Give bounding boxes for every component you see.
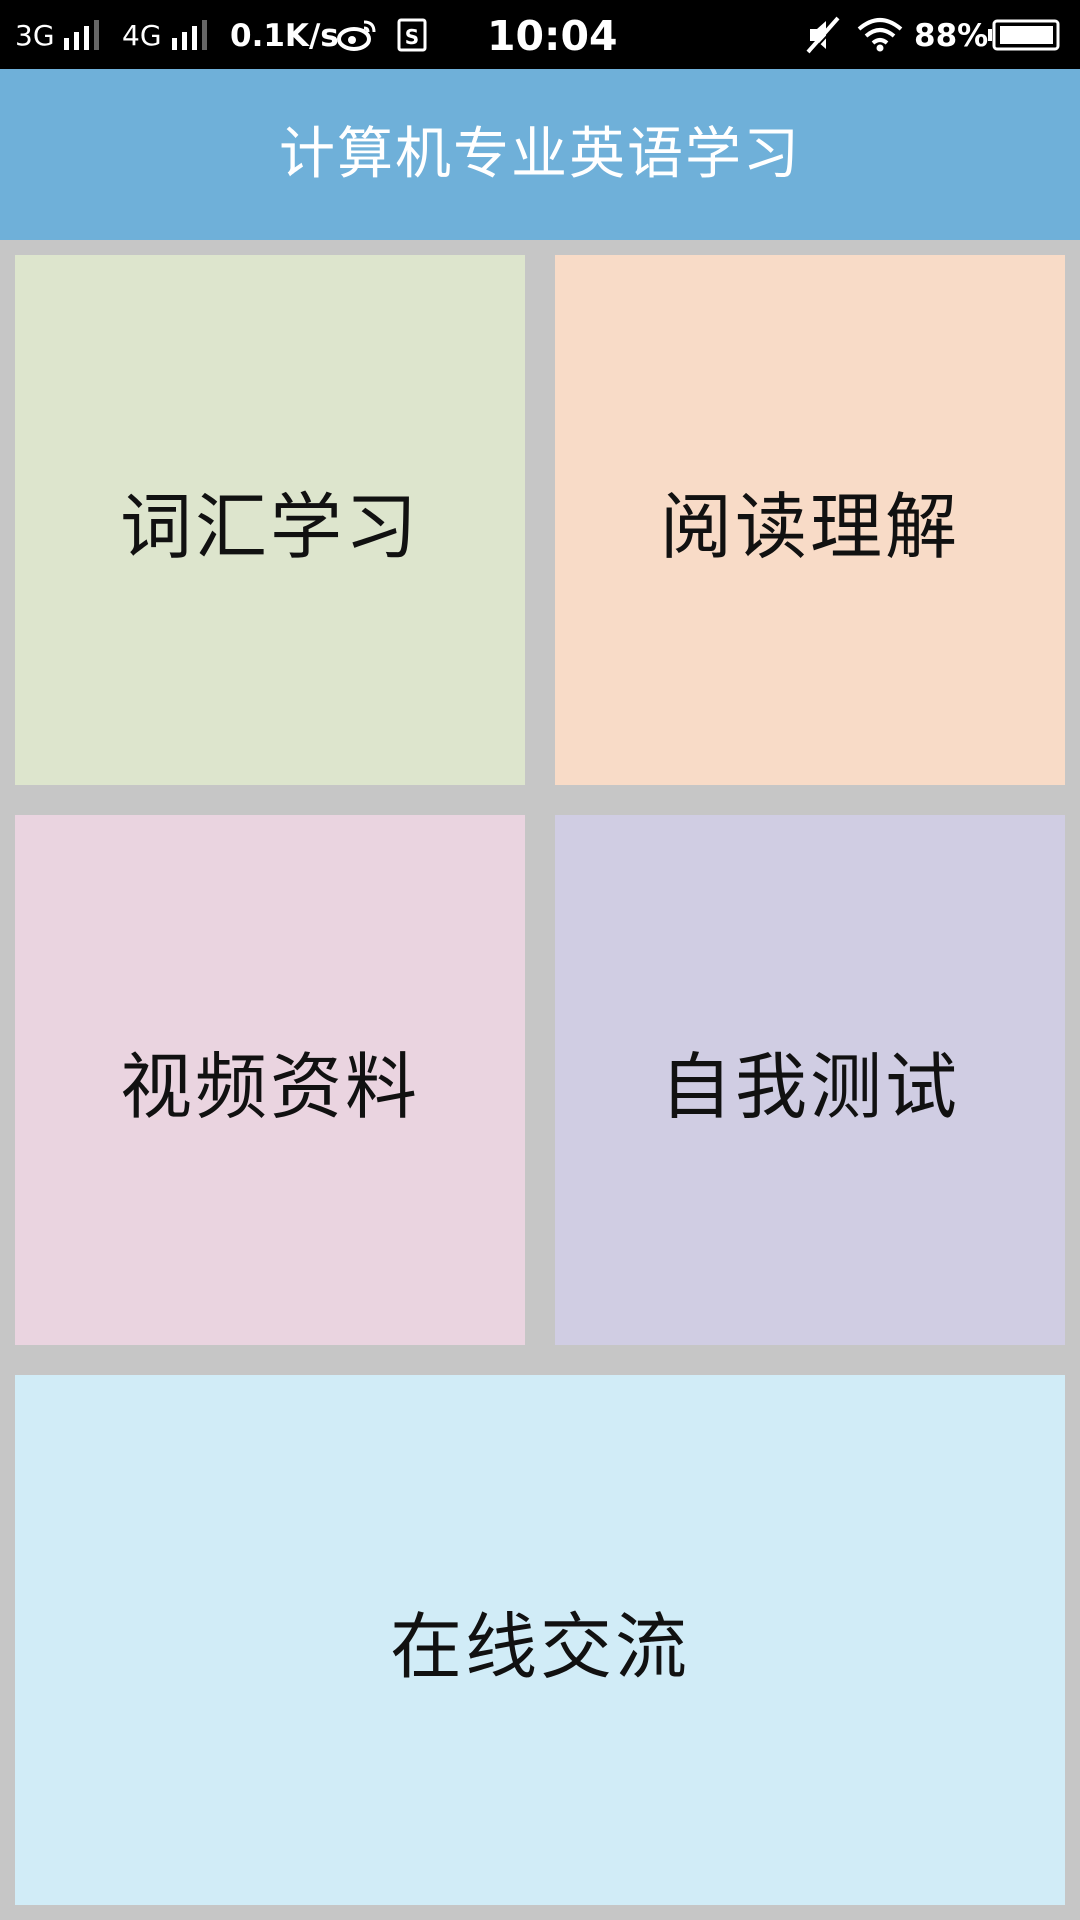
wifi-icon	[857, 18, 903, 52]
page-title: 计算机专业英语学习	[279, 122, 801, 187]
app-header: 计算机专业英语学习	[0, 69, 1080, 240]
tile-vocabulary[interactable]: 词汇学习	[15, 255, 525, 785]
tile-reading[interactable]: 阅读理解	[555, 255, 1065, 785]
battery-icon	[988, 19, 1060, 51]
weibo-icon	[337, 20, 376, 51]
signal-icon	[172, 20, 207, 50]
tile-label: 自我测试	[659, 1044, 960, 1129]
status-bar: 3G 4G 0.1K/s S 10:04 88%	[0, 0, 1080, 69]
tile-label: 视频资料	[119, 1044, 420, 1129]
network-type-3g: 3G	[15, 19, 55, 52]
tile-self-test[interactable]: 自我测试	[555, 815, 1065, 1345]
mute-icon	[806, 16, 841, 54]
tile-online-chat[interactable]: 在线交流	[15, 1375, 1065, 1905]
battery-percent: 88%	[914, 18, 989, 54]
tile-video[interactable]: 视频资料	[15, 815, 525, 1345]
svg-text:S: S	[405, 25, 419, 49]
tile-label: 在线交流	[389, 1604, 690, 1689]
sim-s-icon: S	[397, 18, 427, 52]
network-type-4g: 4G	[122, 19, 162, 52]
clock-time: 10:04	[487, 12, 618, 60]
signal-icon	[64, 20, 99, 50]
network-speed: 0.1K/s	[230, 18, 339, 54]
tile-label: 阅读理解	[659, 484, 960, 569]
tile-label: 词汇学习	[119, 484, 420, 569]
